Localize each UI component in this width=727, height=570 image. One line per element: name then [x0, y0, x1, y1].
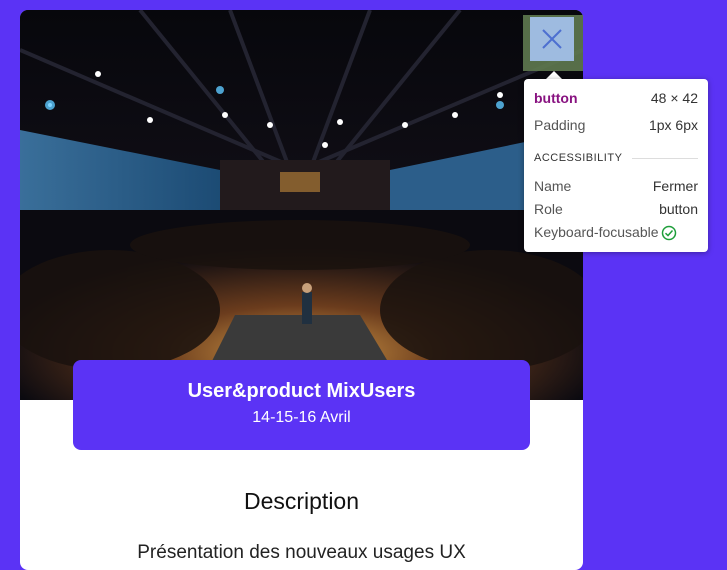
event-title: User&product MixUsers [187, 380, 416, 402]
close-button[interactable] [530, 17, 574, 61]
tooltip-keyboard-label: Keyboard-focusable [534, 224, 677, 241]
tooltip-keyboard-text: Keyboard-focusable [534, 224, 659, 240]
tooltip-accessibility-section: ACCESSIBILITY [534, 152, 698, 164]
event-banner: User&product MixUsers 14-15-16 Avril [73, 360, 530, 450]
tooltip-role-label: Role [534, 201, 563, 217]
tooltip-name-value: Fermer [652, 178, 698, 194]
event-photo [20, 10, 583, 400]
tooltip-section-title: ACCESSIBILITY [534, 152, 623, 164]
description-heading: Description [243, 488, 360, 514]
tooltip-dimensions: 48 × 42 [650, 90, 698, 106]
divider [632, 157, 698, 159]
description-text: Présentation des nouveaux usages UX [137, 542, 466, 563]
tooltip-arrow [546, 71, 562, 79]
tooltip-element-name: button [534, 90, 578, 106]
event-date: 14-15-16 Avril [252, 409, 351, 426]
tooltip-role-value: button [659, 201, 698, 217]
check-circle-icon [661, 226, 676, 241]
tooltip-padding-value: 1px 6px [648, 117, 698, 133]
tooltip-name-label: Name [534, 178, 572, 194]
close-icon [542, 29, 562, 49]
event-card: User&product MixUsers 14-15-16 Avril Des… [20, 10, 583, 570]
tooltip-padding-label: Padding [534, 117, 586, 133]
accessibility-tooltip: button 48 × 42 Padding 1px 6px ACCESSIBI… [524, 79, 708, 252]
